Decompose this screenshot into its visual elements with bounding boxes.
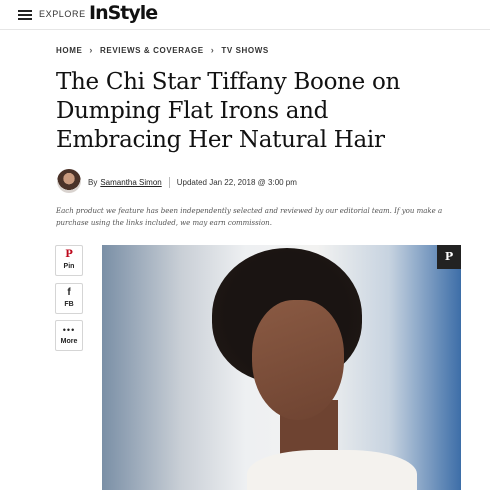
breadcrumb-reviews-coverage[interactable]: REVIEWS & COVERAGE bbox=[100, 46, 204, 55]
menu-icon[interactable] bbox=[18, 10, 32, 20]
byline-divider bbox=[168, 177, 170, 188]
share-fb-label: FB bbox=[64, 301, 74, 308]
article-title: The Chi Star Tiffany Boone on Dumping Fl… bbox=[56, 69, 401, 153]
affiliate-disclaimer: Each product we feature has been indepen… bbox=[56, 207, 443, 227]
author-avatar[interactable] bbox=[57, 169, 81, 193]
share-fb-button[interactable]: f FB bbox=[55, 283, 83, 314]
explore-link[interactable]: EXPLORE bbox=[39, 9, 86, 19]
byline: By Samantha Simon Updated Jan 22, 2018 @… bbox=[88, 177, 297, 188]
by-label: By bbox=[88, 178, 98, 187]
updated-date: Updated Jan 22, 2018 @ 3:00 pm bbox=[176, 178, 297, 187]
share-pin-label: Pin bbox=[63, 263, 75, 270]
share-pin-button[interactable]: P Pin bbox=[55, 245, 83, 276]
author-link[interactable]: Samantha Simon bbox=[100, 178, 161, 187]
breadcrumb-home[interactable]: HOME bbox=[56, 46, 82, 55]
share-more-label: More bbox=[60, 338, 78, 345]
pinterest-icon: P bbox=[65, 249, 73, 260]
image-pin-button[interactable]: P bbox=[437, 245, 461, 269]
more-icon: ••• bbox=[62, 325, 76, 335]
photo-top bbox=[247, 450, 417, 490]
share-more-button[interactable]: ••• More bbox=[55, 320, 83, 351]
chevron-right-icon: › bbox=[89, 45, 94, 55]
facebook-icon: f bbox=[67, 287, 71, 298]
breadcrumb-tv-shows[interactable]: TV SHOWS bbox=[221, 46, 268, 55]
site-logo[interactable]: InStyle bbox=[89, 2, 158, 24]
breadcrumb: HOME › REVIEWS & COVERAGE › TV SHOWS bbox=[56, 45, 269, 55]
article-hero-image bbox=[102, 245, 461, 490]
chevron-right-icon: › bbox=[210, 45, 215, 55]
top-nav-bar: EXPLORE InStyle bbox=[0, 0, 490, 30]
photo-face bbox=[252, 300, 344, 420]
